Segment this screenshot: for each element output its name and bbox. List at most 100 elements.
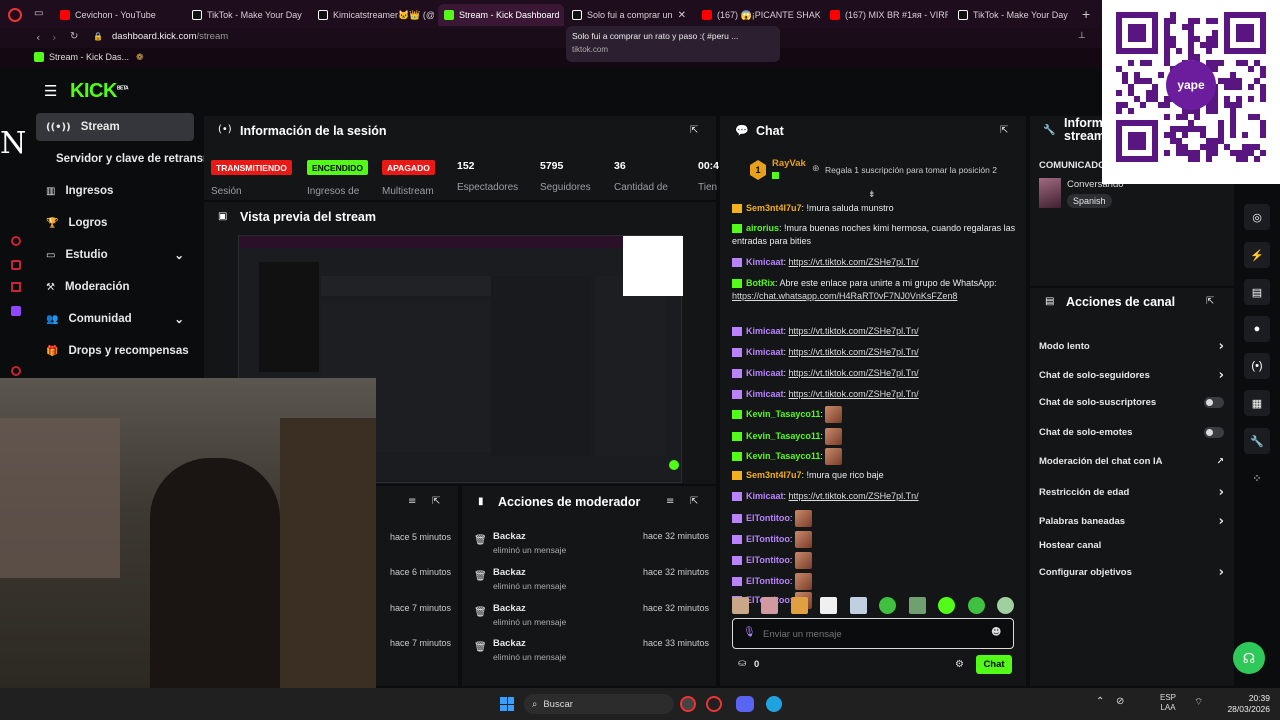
back-icon[interactable]: ‹	[36, 31, 40, 44]
chat-link[interactable]: https://vt.tiktok.com/ZSHe7pl.Tn/	[789, 347, 919, 357]
emote-button[interactable]	[967, 597, 985, 614]
chat-bubble-icon[interactable]: ●	[1244, 316, 1270, 342]
kick-logo[interactable]: KICKBETA	[70, 80, 129, 103]
chat-username[interactable]: Sem3nt4l7u7	[746, 470, 802, 480]
chat-link[interactable]: https://vt.tiktok.com/ZSHe7pl.Tn/	[789, 368, 919, 378]
emoji-icon[interactable]: ☻	[991, 627, 1001, 638]
chat-username[interactable]: ElTontitoo	[746, 555, 790, 565]
chat-link[interactable]: https://vt.tiktok.com/ZSHe7pl.Tn/	[789, 326, 919, 336]
edge-icon[interactable]	[766, 696, 782, 712]
tab-youtube-cevichon[interactable]: Cevichon - YouTube	[54, 4, 184, 26]
site-info-icon[interactable]: 🔒	[93, 32, 103, 41]
emote-button[interactable]	[849, 597, 867, 614]
channel-action-7[interactable]: Palabras baneadas ›	[1039, 514, 1224, 529]
chat-username[interactable]: Kimicaat	[746, 368, 784, 378]
points-icon[interactable]: ⛀	[738, 658, 746, 669]
broadcast-icon[interactable]: (•)	[1244, 353, 1270, 379]
tab-youtube-mix[interactable]: (167) MIX BR #1ᴙᴙ - VIRRS	[824, 4, 948, 26]
bookmark-folder-icon[interactable]: ❁	[136, 52, 144, 63]
chat-username[interactable]: airorius	[746, 223, 779, 233]
emote-button[interactable]	[996, 597, 1014, 614]
chat-username[interactable]: Kevin_Tasayco11	[746, 431, 820, 441]
bookmark-kick-stream[interactable]: Stream - Kick Das...	[34, 52, 129, 62]
popout-icon[interactable]: ⇱	[690, 496, 698, 507]
wrench-icon[interactable]: 🔧	[1244, 428, 1270, 454]
chat-link[interactable]: https://chat.whatsapp.com/H4RaRT0vF7NJ0V…	[732, 291, 957, 301]
layout-icon[interactable]: ▦	[1244, 390, 1270, 416]
forward-icon[interactable]: ›	[52, 31, 56, 44]
lightning-icon[interactable]: ⚡	[1244, 242, 1270, 268]
emote-button[interactable]	[879, 597, 897, 614]
popout-icon[interactable]: ⇱	[1206, 296, 1214, 307]
twitch-icon[interactable]	[11, 306, 21, 316]
chat-username[interactable]: ElTontitoo	[746, 576, 790, 586]
rail-icon-5[interactable]	[11, 366, 21, 376]
pin-icon[interactable]: ⊥	[1078, 31, 1086, 41]
chevron-up-icon[interactable]: ⌃	[1096, 696, 1104, 707]
popout-icon[interactable]: ⇱	[432, 496, 440, 507]
chat-link[interactable]: https://vt.tiktok.com/ZSHe7pl.Tn/	[789, 491, 919, 501]
channel-action-6[interactable]: Restricción de edad ›	[1039, 485, 1224, 500]
channel-action-9[interactable]: Configurar objetivos ›	[1039, 565, 1224, 580]
chat-link[interactable]: https://vt.tiktok.com/ZSHe7pl.Tn/	[789, 389, 919, 399]
emote-button[interactable]	[761, 597, 779, 614]
tab-actions-icon[interactable]: ▭	[34, 8, 43, 19]
rail-icon-3[interactable]	[11, 282, 21, 292]
chat-username[interactable]: Kimicaat	[746, 491, 784, 501]
chat-username[interactable]: Kimicaat	[746, 389, 784, 399]
emote-button[interactable]	[790, 597, 808, 614]
chat-username[interactable]: Kimicaat	[746, 347, 784, 357]
tab-tiktok-kimicat[interactable]: Kimicatstreamer🐱👑 (@	[312, 4, 434, 26]
filter-icon[interactable]: ≡	[666, 496, 674, 507]
taskbar-search[interactable]: ⌕ Buscar	[524, 694, 674, 714]
chat-username[interactable]: Kevin_Tasayco11	[746, 451, 820, 461]
language-indicator[interactable]: ESP LAA	[1160, 693, 1176, 713]
tab-tiktok-video[interactable]: Solo fui a comprar un ✕	[566, 4, 692, 26]
filter-icon[interactable]: ≡	[408, 496, 416, 507]
chat-username[interactable]: BotRix	[746, 278, 775, 288]
opera-icon[interactable]	[706, 696, 722, 712]
settings-icon[interactable]: ⚙	[955, 659, 964, 670]
emote-button[interactable]	[732, 597, 749, 614]
windows-start-icon[interactable]	[500, 697, 514, 711]
chat-username[interactable]: ElTontitoo	[746, 513, 790, 523]
camera-icon[interactable]: ◎	[1244, 204, 1270, 230]
chat-username[interactable]: Sem3nt4l7u7	[746, 203, 802, 213]
browser-profile-icon[interactable]	[8, 8, 22, 22]
sidebar-item-logros[interactable]: 🏆 Logros	[36, 209, 194, 237]
emote-button[interactable]	[820, 597, 838, 614]
obs-icon[interactable]	[680, 696, 696, 712]
channel-action-4[interactable]: Chat de solo-emotes	[1039, 427, 1224, 438]
sidebar-item-server-key[interactable]: Servidor y clave de retransm	[46, 145, 206, 173]
chat-username[interactable]: Kimicaat	[746, 257, 784, 267]
chat-username[interactable]: Kevin_Tasayco11	[746, 409, 820, 419]
sidebar-item-moderacion[interactable]: ⚒ Moderación	[36, 273, 194, 301]
emote-button[interactable]	[908, 597, 926, 614]
support-headset-icon[interactable]: ☊	[1233, 642, 1265, 674]
clock[interactable]: 20:39 28/03/2026	[1226, 693, 1270, 715]
clipboard-icon[interactable]: ▤	[1244, 279, 1270, 305]
sidebar-item-estudio[interactable]: ▭ Estudio ⌄	[36, 241, 194, 269]
send-chat-button[interactable]: Chat	[976, 655, 1012, 674]
category-thumbnail[interactable]	[1039, 178, 1061, 208]
chat-input[interactable]	[763, 624, 983, 644]
mic-icon[interactable]: 🎙	[743, 627, 756, 638]
reload-icon[interactable]: ↻	[70, 31, 78, 42]
chat-link[interactable]: https://vt.tiktok.com/ZSHe7pl.Tn/	[789, 257, 919, 267]
toggle-switch[interactable]	[1204, 397, 1224, 408]
tab-tiktok-2[interactable]: TikTok - Make Your Day	[952, 4, 1074, 26]
sidebar-item-stream[interactable]: ((•)) Stream	[36, 113, 194, 141]
chat-username[interactable]: Kimicaat	[746, 326, 784, 336]
dots-icon[interactable]: ⁘	[1244, 465, 1270, 491]
channel-action-8[interactable]: Hostear canal	[1039, 540, 1224, 551]
toggle-switch[interactable]	[1204, 427, 1224, 438]
channel-action-3[interactable]: Chat de solo-suscriptores	[1039, 397, 1224, 408]
sidebar-item-ingresos[interactable]: ▥ Ingresos	[36, 177, 194, 205]
popout-icon[interactable]: ⇱	[1000, 125, 1008, 136]
sidebar-item-comunidad[interactable]: 👥 Comunidad ⌄	[36, 305, 194, 333]
wifi-icon[interactable]: ⌔	[1194, 696, 1203, 709]
channel-action-5[interactable]: Moderación del chat con IA ↗	[1039, 456, 1224, 467]
new-tab-button[interactable]: +	[1082, 6, 1090, 22]
url-field[interactable]: dashboard.kick.com/stream	[112, 31, 228, 42]
tab-tiktok-1[interactable]: TikTok - Make Your Day	[186, 4, 308, 26]
